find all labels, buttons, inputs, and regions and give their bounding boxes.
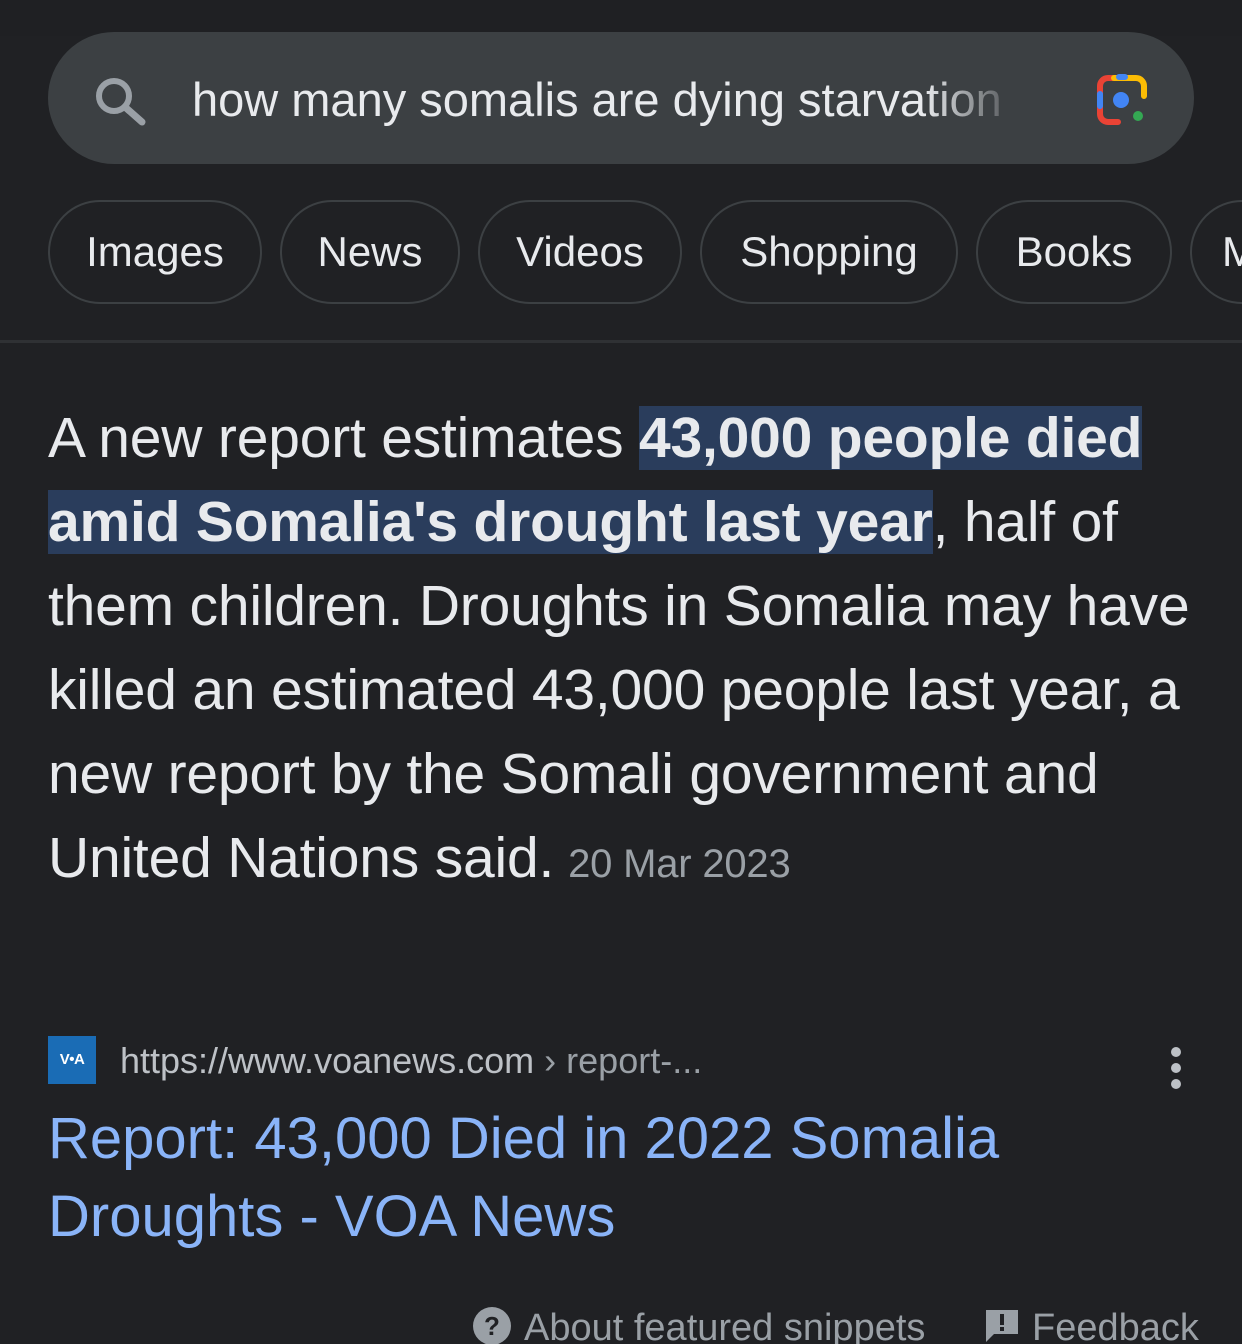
divider xyxy=(0,340,1242,343)
feedback-link[interactable]: Feedback xyxy=(984,1304,1199,1344)
voa-favicon[interactable]: V•A xyxy=(48,1036,96,1084)
source-path: › report-... xyxy=(534,1040,703,1081)
source-url[interactable]: https://www.voanews.com › report-... xyxy=(120,1036,702,1086)
snippet-prefix: A new report estimates xyxy=(48,406,640,470)
search-icon[interactable] xyxy=(92,76,148,126)
snippet-date: 20 Mar 2023 xyxy=(568,842,791,886)
chip-books[interactable]: Books xyxy=(976,200,1172,304)
about-featured-snippets-label: About featured snippets xyxy=(524,1307,926,1344)
chip-videos[interactable]: Videos xyxy=(478,200,682,304)
source-domain: https://www.voanews.com xyxy=(120,1040,535,1081)
chip-images[interactable]: Images xyxy=(48,200,262,304)
featured-snippet-text: A new report estimates 43,000 people die… xyxy=(48,396,1198,906)
feedback-label: Feedback xyxy=(1032,1307,1199,1344)
svg-text:?: ? xyxy=(484,1311,500,1341)
chip-more[interactable]: M xyxy=(1190,200,1242,304)
about-featured-snippets-link[interactable]: ? About featured snippets xyxy=(472,1304,925,1344)
search-input[interactable]: how many somalis are dying starvation xyxy=(192,70,1024,130)
more-vert-icon[interactable] xyxy=(1160,1044,1192,1092)
search-results-page: how many somalis are dying starvation Im… xyxy=(0,0,1242,1344)
search-type-chips: Images News Videos Shopping Books M xyxy=(48,200,1242,308)
feedback-icon xyxy=(986,1310,1018,1342)
help-icon: ? xyxy=(473,1307,511,1344)
result-title-link[interactable]: Report: 43,000 Died in 2022 Somalia Drou… xyxy=(48,1100,1168,1256)
chip-news[interactable]: News xyxy=(280,200,460,304)
google-lens-icon[interactable] xyxy=(1094,72,1150,128)
chip-shopping[interactable]: Shopping xyxy=(700,200,958,304)
top-strip xyxy=(0,0,1242,36)
